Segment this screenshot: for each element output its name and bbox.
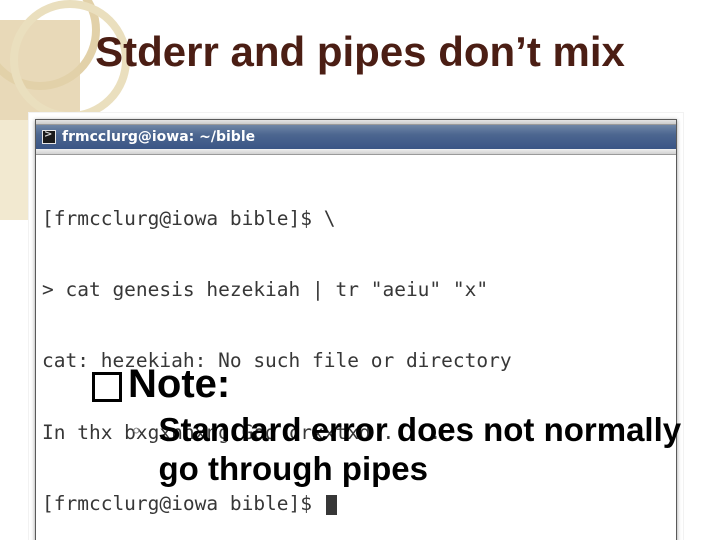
hollow-bullet-icon: ◦ bbox=[132, 411, 141, 449]
terminal-cursor bbox=[326, 495, 337, 515]
note-subitem-text: Standard error does not normally go thro… bbox=[159, 411, 682, 489]
terminal-line: [frmcclurg@iowa bible]$ bbox=[42, 492, 670, 516]
note-heading-text: Note: bbox=[128, 362, 230, 407]
note-heading-row: Note: bbox=[92, 362, 682, 407]
note-block: Note: ◦ Standard error does not normally… bbox=[92, 362, 682, 489]
terminal-icon bbox=[42, 130, 56, 144]
checkbox-bullet-icon bbox=[92, 372, 122, 402]
slide-title: Stderr and pipes don’t mix bbox=[0, 28, 720, 76]
terminal-title-text: frmcclurg@iowa: ~/bible bbox=[62, 129, 255, 145]
terminal-titlebar: frmcclurg@iowa: ~/bible bbox=[36, 125, 676, 149]
note-subitem: ◦ Standard error does not normally go th… bbox=[92, 411, 682, 489]
terminal-line: > cat genesis hezekiah | tr "aeiu" "x" bbox=[42, 278, 670, 302]
terminal-line: [frmcclurg@iowa bible]$ \ bbox=[42, 207, 670, 231]
